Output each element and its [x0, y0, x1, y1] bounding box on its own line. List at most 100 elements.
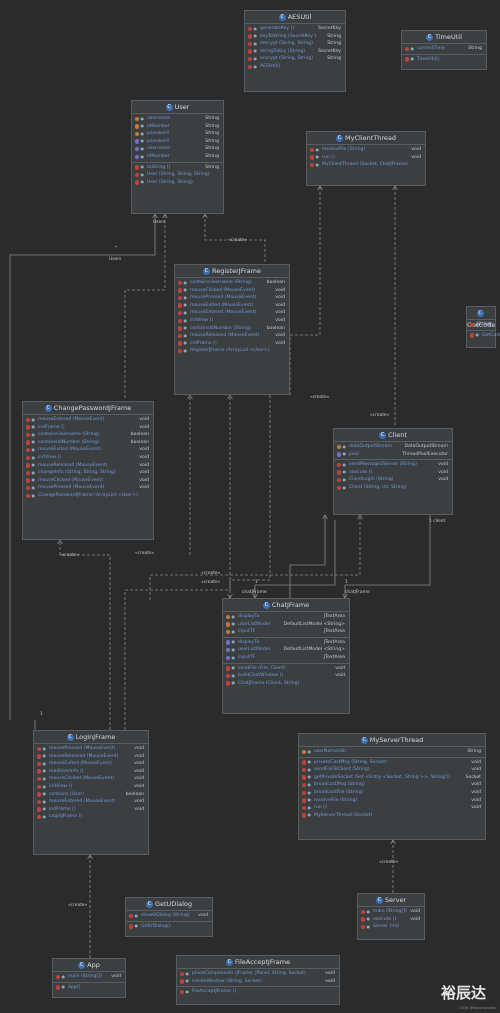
member-row[interactable]: ● displayTa JTextArea [223, 639, 349, 647]
member-row[interactable]: ● RegisterJFrame (ArrayList <User>) [175, 347, 289, 355]
member-row[interactable]: ● code String [467, 321, 495, 329]
class-changepassword[interactable]: C ChangePasswordJFrame ● mouseEntered (Mous… [22, 401, 154, 540]
member-row[interactable]: ● password String [132, 130, 223, 138]
member-row[interactable]: ● mouseEntered (MouseEvent) void [23, 416, 153, 424]
member-row[interactable]: ● sendMessage2Server (String) void [334, 461, 452, 469]
member-row[interactable]: ● initView () void [34, 783, 148, 791]
member-row[interactable]: ● containsUsername (String) boolean [175, 279, 289, 287]
member-row[interactable]: ● mouseReleased (MouseEvent) void [34, 753, 148, 761]
member-row[interactable]: ● idNumber String [132, 153, 223, 161]
member-row[interactable]: ● getPrivateSocket (Set <Entry <Socket, S… [299, 774, 485, 782]
member-row[interactable]: ● User (String, String, String) [132, 171, 223, 179]
member-row[interactable]: ● sendFileToClient (String) void [299, 766, 485, 774]
member-row[interactable]: ● receiveFile (String) void [299, 797, 485, 805]
member-row[interactable]: ● FileAcceptJFrame () [177, 988, 339, 996]
member-row[interactable]: ● readUserInfo () void [34, 768, 148, 776]
class-header[interactable]: C User [132, 101, 223, 114]
member-row[interactable]: ● receiveFile (String) void [307, 146, 425, 154]
member-row[interactable]: ● userListModel DefaultListModel <String> [223, 621, 349, 629]
class-server[interactable]: C Server ● main (String[]) void ● execute () vo… [357, 893, 425, 940]
member-row[interactable]: ● mousePressed (MouseEvent) void [34, 745, 148, 753]
member-row[interactable]: ● mouseClicked (MouseEvent) void [175, 287, 289, 295]
class-getcode[interactable]: CGetCode●codeString ●GetCode() [466, 306, 500, 348]
class-app[interactable]: C App ● main (String[]) void ● App() [52, 958, 126, 998]
member-row[interactable]: ● currentTime String [402, 45, 486, 53]
member-row[interactable]: ● showUDialog (String) void [126, 912, 212, 920]
member-row[interactable]: ● Server (int) [358, 923, 424, 931]
class-timeutil[interactable]: C TimeUtil ● currentTime String ● TimeUtil() [401, 30, 487, 70]
member-row[interactable]: ● LoginJFrame () [34, 813, 148, 821]
member-row[interactable]: ● userNamesStr String [299, 748, 485, 756]
member-row[interactable]: ● mousePressed (MouseEvent) void [175, 294, 289, 302]
member-row[interactable]: ● mouseEntered (MouseEvent) void [175, 309, 289, 317]
member-row[interactable]: ● mouseReleased (MouseEvent) void [175, 332, 289, 340]
member-row[interactable]: ● Client (String, int, String) [334, 484, 452, 492]
class-header[interactable]: C ChangePasswordJFrame [23, 402, 153, 415]
member-row[interactable]: ● stringToKey (String) SecretKey [245, 48, 345, 56]
member-row[interactable]: ● encrypt (String, String) String [245, 55, 345, 63]
member-row[interactable]: ● initFrame () void [175, 340, 289, 348]
class-chatjframe[interactable]: C ChatJFrame ● displayTa JTextArea ● userListM… [222, 598, 350, 714]
member-row[interactable]: ● initView () void [175, 317, 289, 325]
member-row[interactable]: ● initView () void [23, 454, 153, 462]
member-row[interactable]: ● ChangePasswordJFrame (ArrayList <User>) [23, 492, 153, 500]
member-row[interactable]: ● mouseClicked (MouseEvent) void [23, 477, 153, 485]
class-header[interactable]: C GetUDialog [126, 898, 212, 911]
member-row[interactable]: ● initFrame () void [34, 806, 148, 814]
class-getudialog[interactable]: C GetUDialog ● showUDialog (String) void ● Get… [125, 897, 213, 937]
member-row[interactable]: ● MyClientThread (Socket, ChatJFrame) [307, 161, 425, 169]
member-row[interactable]: ● App() [53, 984, 125, 992]
class-client[interactable]: C Client ● dataOutputStream DataOutputStream… [333, 428, 453, 515]
member-row[interactable]: ● AESUtil() [245, 63, 345, 71]
member-row[interactable]: ● username String [132, 145, 223, 153]
class-myclientthread[interactable]: C MyClientThread ● receiveFile (String) void… [306, 131, 426, 186]
member-row[interactable]: ● broadcastMsg (String) void [299, 781, 485, 789]
member-row[interactable]: ● generateKey () SecretKey [245, 25, 345, 33]
class-header[interactable]: C Server [358, 894, 424, 907]
member-row[interactable]: ● pool ThreadPoolExecutor [334, 451, 452, 459]
member-row[interactable]: ● run () void [307, 154, 425, 162]
member-row[interactable]: ● username String [132, 115, 223, 123]
member-row[interactable]: ● displayTa JTextArea [223, 613, 349, 621]
member-row[interactable]: ● mousePressed (MouseEvent) void [23, 484, 153, 492]
member-row[interactable]: ● privateCastMsg (String, Socket) void [299, 759, 485, 767]
class-header[interactable]: C FileAcceptJFrame [177, 956, 339, 969]
member-row[interactable]: ● mouseExited (MouseEvent) void [23, 446, 153, 454]
class-header[interactable]: C Client [334, 429, 452, 442]
member-row[interactable]: ● contains (User) boolean [34, 791, 148, 799]
member-row[interactable]: ● mouseReleased (MouseEvent) void [23, 462, 153, 470]
member-row[interactable]: ● mouseExited (MouseEvent) void [175, 302, 289, 310]
member-row[interactable]: ● toString () String [132, 164, 223, 172]
class-loginjframe[interactable]: C LoginJFrame ● mousePressed (MouseEvent) vo… [33, 730, 149, 855]
class-aesutil[interactable]: C AESUtil ● generateKey () SecretKey ● keyToSt… [244, 10, 346, 92]
member-row[interactable]: ● mouseExited (MouseEvent) void [34, 760, 148, 768]
member-row[interactable]: ● mouseEntered (MouseEvent) void [34, 798, 148, 806]
class-header[interactable]: CGetCode [467, 307, 495, 329]
member-row[interactable]: ● mouseClicked (MouseEvent) void [34, 775, 148, 783]
member-row[interactable]: ● initFrame () void [23, 424, 153, 432]
member-row[interactable]: ● createWindow (String, Socket) void [177, 978, 339, 986]
class-fileaccept[interactable]: C FileAcceptJFrame ● placeComponents (JFram… [176, 955, 340, 1005]
member-row[interactable]: ● execute () void [334, 469, 452, 477]
class-header[interactable]: C MyServerThread [299, 734, 485, 747]
member-row[interactable]: ● placeComponents (JFrame, JPanel, String… [177, 970, 339, 978]
class-header[interactable]: C TimeUtil [402, 31, 486, 44]
class-header[interactable]: C MyClientThread [307, 132, 425, 145]
member-row[interactable]: ● inputTF JTextArea [223, 628, 349, 636]
member-row[interactable]: ●GetCode() [467, 332, 500, 340]
class-header[interactable]: C App [53, 959, 125, 972]
member-row[interactable]: ● sendFile (File, Client) void [223, 665, 349, 673]
member-row[interactable]: ● keyToString (SecretKey ) String [245, 33, 345, 41]
class-myserverthread[interactable]: C MyServerThread ● userNamesStr String ● priva… [298, 733, 486, 840]
class-header[interactable]: C RegisterJFrame [175, 265, 289, 278]
member-row[interactable]: ● broadcastFile (String) void [299, 789, 485, 797]
class-header[interactable]: C ChatJFrame [223, 599, 349, 612]
member-row[interactable]: ● TimeUtil() [402, 56, 486, 64]
member-row[interactable]: ● dataOutputStream DataOutputStream [334, 443, 452, 451]
member-row[interactable]: ● changeInfo (String, String, String) void [23, 469, 153, 477]
member-row[interactable]: ● decrypt (String, String) String [245, 40, 345, 48]
member-row[interactable]: ● containsIdNumber (String) boolean [23, 439, 153, 447]
class-header[interactable]: C LoginJFrame [34, 731, 148, 744]
member-row[interactable]: ● execute () void [358, 916, 424, 924]
class-registerjframe[interactable]: C RegisterJFrame ● containsUsername (String… [174, 264, 290, 395]
